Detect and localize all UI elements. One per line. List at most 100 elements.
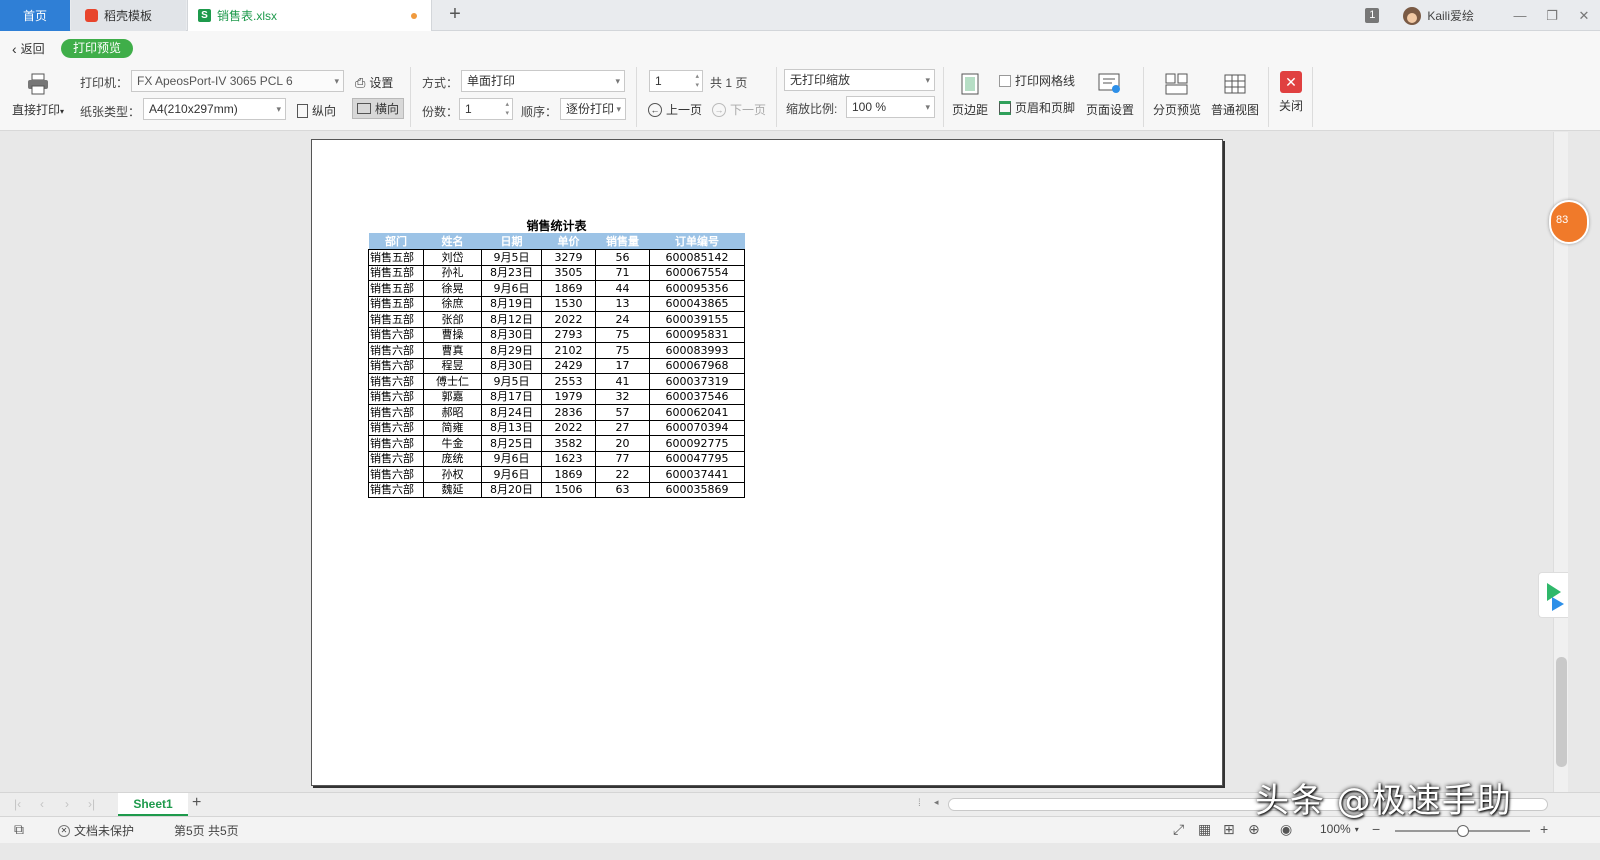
table-row: 销售六部 郝昭 8月24日 2836 57 600062041 [368,404,745,421]
table-cell: 2553 [541,373,596,390]
column-header: 订单编号 [649,233,745,250]
table-cell: 2429 [541,357,596,374]
next-page-label: 下一页 [730,103,767,117]
shield-x-icon: ✕ [58,824,70,837]
fullscreen-icon[interactable]: ⤢ [1173,821,1184,838]
copies-label: 份数： [422,105,459,119]
print-page: 销售统计表 部门 姓名 日期 单价 销售量 订单编号 销售五部 刘岱 9月5日 3279 56 60… [311,139,1223,786]
table-cell: 600095831 [649,326,745,343]
document-protection-status[interactable]: ✕ 文档未保护 [58,822,134,839]
zoom-level[interactable]: 100% ▾ [1320,822,1359,836]
page-setup-label: 页面设置 [1086,103,1135,117]
scrollbar-thumb[interactable] [1556,657,1567,767]
checkbox-icon [999,74,1011,87]
username[interactable]: Kaili爱绘 [1427,7,1474,24]
first-sheet-icon[interactable]: |‹ [14,797,21,811]
method-label: 方式： [422,76,459,90]
title-tab-bar: 首页 稻壳模板 S 销售表.xlsx + 1 Kaili爱绘 — ❐ ✕ [0,0,1600,31]
page-break-preview-button[interactable]: 分页预览 [1153,71,1201,118]
prev-sheet-icon[interactable]: ‹ [40,797,44,811]
duplex-select[interactable]: 单面打印 [461,70,625,92]
unsaved-indicator [411,13,417,19]
page-number-stepper[interactable]: 1 [649,70,703,92]
table-cell: 3505 [541,264,596,281]
eye-protection-icon[interactable]: ◉ [1280,821,1292,838]
print-gridlines-checkbox[interactable]: 打印网格线 [999,72,1075,89]
side-panel-toggle[interactable] [1538,572,1568,618]
back-label: 返回 [20,42,45,56]
notification-badge[interactable]: 1 [1365,8,1380,23]
page-break-view-icon[interactable]: ⊞ [1223,821,1235,838]
tab-template[interactable]: 稻壳模板 [71,0,186,31]
normal-view-button[interactable]: 普通视图 [1211,71,1259,118]
last-sheet-icon[interactable]: ›| [88,797,95,811]
table-cell: 销售六部 [368,357,424,374]
table-cell: 徐晃 [423,280,482,297]
printer-settings-icon: ⎙ [355,74,366,90]
column-header: 部门 [368,233,424,250]
floating-assistant-badge[interactable]: 83 [1549,200,1589,244]
prev-page-button[interactable]: ← 上一页 [648,101,702,118]
split-handle-icon[interactable]: ⁞ [918,798,921,809]
sheet-tab-sheet1[interactable]: Sheet1 [118,793,188,816]
paper-label: 纸张类型： [80,105,141,119]
minimize-button[interactable]: — [1504,8,1536,23]
table-row: 销售六部 曹真 8月29日 2102 75 600083993 [368,342,745,359]
reading-layout-icon[interactable]: ⊕ [1248,821,1260,838]
chevron-left-icon: ‹ [12,40,17,57]
table-cell: 孙权 [423,466,482,483]
portrait-button[interactable]: 纵向 [297,102,336,119]
table-cell: 600062041 [649,404,745,421]
margins-button[interactable]: 页边距 [952,71,988,118]
tab-home[interactable]: 首页 [0,0,70,31]
zoom-slider[interactable] [1395,825,1530,837]
table-cell: 曹操 [423,326,482,343]
divider [1312,67,1313,127]
spreadsheet-icon: S [198,9,211,22]
paper-select[interactable]: A4(210x297mm) [143,98,286,120]
landscape-icon [357,103,371,114]
table-cell: 600035869 [649,481,745,498]
restore-button[interactable]: ❐ [1536,8,1568,24]
next-page-button[interactable]: → 下一页 [712,101,766,118]
table-cell: 徐庶 [423,295,482,312]
table-cell: 张郃 [423,311,482,328]
landscape-button[interactable]: 横向 [352,98,405,119]
scaling-mode-select[interactable]: 无打印缩放 [784,69,935,91]
zoom-out-icon[interactable]: − [1372,821,1380,837]
table-cell: 销售六部 [368,388,424,405]
table-row: 销售六部 魏延 8月20日 1506 63 600035869 [368,481,745,498]
close-window-button[interactable]: ✕ [1568,8,1600,24]
table-cell: 8月20日 [481,481,542,498]
table-cell: 销售六部 [368,404,424,421]
scroll-left-icon[interactable]: ◂ [934,797,939,808]
printer-select[interactable]: FX ApeosPort-IV 3065 PCL 6 [131,70,344,92]
table-cell: 1530 [541,295,596,312]
back-button[interactable]: ‹ 返回 [12,40,45,57]
add-sheet-icon[interactable]: + [192,794,201,812]
macro-icon[interactable]: ⧉ [14,821,24,838]
collate-select[interactable]: 逐份打印 [560,98,626,120]
next-sheet-icon[interactable]: › [65,797,69,811]
table-cell: 8月25日 [481,435,542,452]
page-setup-button[interactable]: 页面设置 [1086,71,1134,118]
close-preview-button[interactable]: ✕ 关闭 [1279,71,1303,114]
header-footer-button[interactable]: 页眉和页脚 [999,99,1075,116]
table-cell: 13 [595,295,650,312]
scale-percent-select[interactable]: 100 % [846,96,935,118]
table-cell: 简雍 [423,419,482,436]
close-label: 关闭 [1279,99,1304,113]
direct-print-button[interactable]: 直接打印▾ [12,71,64,118]
normal-view-icon[interactable]: ▦ [1198,821,1211,838]
table-cell: 孙礼 [423,264,482,281]
user-avatar[interactable] [1403,6,1422,25]
printer-settings-button[interactable]: ⎙ 设置 [355,74,393,91]
zoom-level-label: 100% [1320,822,1351,836]
table-cell: 9月5日 [481,249,542,266]
table-cell: 销售六部 [368,419,424,436]
tab-file[interactable]: S 销售表.xlsx [187,0,432,31]
table-cell: 32 [595,388,650,405]
new-tab-button[interactable]: + [444,4,466,26]
copies-stepper[interactable]: 1 [459,98,513,120]
zoom-in-icon[interactable]: + [1540,821,1548,837]
